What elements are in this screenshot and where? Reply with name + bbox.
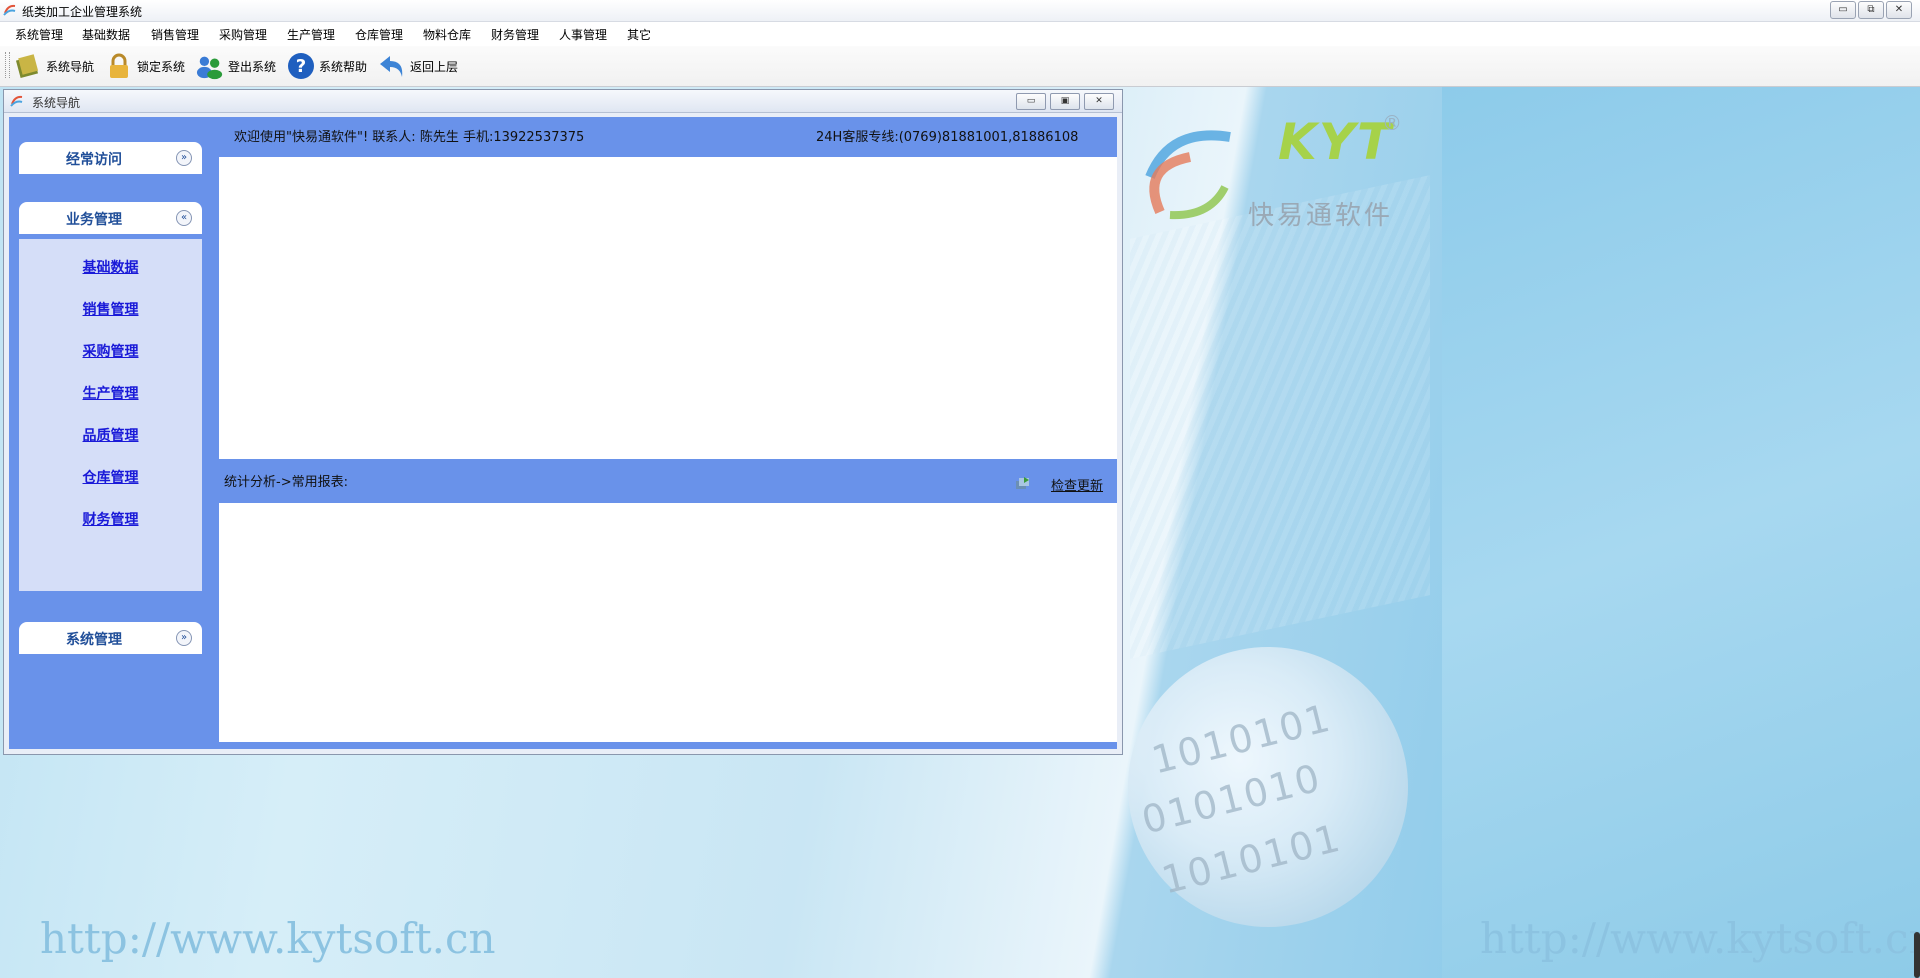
watermark-right: http://www.kytsoft.cn	[1480, 914, 1920, 963]
link-warehouse[interactable]: 仓库管理	[19, 467, 202, 487]
lock-button[interactable]: 锁定系统	[105, 50, 185, 82]
nav-button[interactable]: 系统导航	[14, 50, 94, 82]
menu-basic-data[interactable]: 基础数据	[82, 26, 130, 43]
logout-button[interactable]: 登出系统	[196, 50, 276, 82]
back-button[interactable]: 返回上层	[378, 50, 458, 82]
book-icon	[14, 52, 42, 80]
app-title: 纸类加工企业管理系统	[22, 5, 143, 19]
hotline-text: 24H客服专线:(0769)81881001,81886108	[816, 130, 1079, 145]
business-panel-header[interactable]: 业务管理 «	[19, 202, 202, 234]
system-panel-header[interactable]: 系统管理 »	[19, 622, 202, 654]
help-button[interactable]: ? 系统帮助	[287, 50, 367, 82]
report-content-area[interactable]	[219, 503, 1117, 742]
update-icon	[1016, 477, 1029, 489]
nav-window-maximize-button[interactable]: ▣	[1050, 93, 1080, 110]
background-right-panel	[1442, 87, 1920, 978]
link-purchase[interactable]: 采购管理	[19, 341, 202, 361]
app-logo-icon	[3, 4, 16, 16]
help-icon: ?	[287, 52, 315, 80]
menu-hr[interactable]: 人事管理	[559, 26, 607, 43]
minimize-button[interactable]: ▭	[1830, 1, 1856, 19]
app-title-bar: 纸类加工企业管理系统 ▭ ⧉ ✕	[0, 0, 1920, 22]
menu-bar: 系统管理 基础数据 销售管理 采购管理 生产管理 仓库管理 物料仓库 财务管理 …	[0, 22, 1920, 46]
expand-icon[interactable]: »	[176, 630, 192, 646]
menu-finance[interactable]: 财务管理	[491, 26, 539, 43]
system-panel-title: 系统管理	[66, 632, 122, 648]
lock-icon	[105, 52, 133, 80]
link-basic-data[interactable]: 基础数据	[19, 257, 202, 277]
report-bar: 统计分析->常用报表: 检查更新	[219, 459, 1117, 503]
link-production[interactable]: 生产管理	[19, 383, 202, 403]
menu-sales[interactable]: 销售管理	[151, 26, 199, 43]
frequent-content-area[interactable]	[219, 157, 1117, 459]
frequent-panel-header[interactable]: 经常访问 »	[19, 142, 202, 174]
expand-icon[interactable]: »	[176, 150, 192, 166]
back-arrow-icon	[378, 52, 406, 80]
menu-system[interactable]: 系统管理	[15, 26, 63, 43]
business-panel-body: 基础数据 销售管理 采购管理 生产管理 品质管理 仓库管理 财务管理	[19, 239, 202, 591]
link-sales[interactable]: 销售管理	[19, 299, 202, 319]
report-title: 统计分析->常用报表:	[224, 475, 348, 490]
kyt-logo-text: KYT	[1278, 113, 1394, 171]
kyt-logo: KYT ® 快易通软件	[1130, 107, 1410, 237]
welcome-bar: 欢迎使用"快易通软件"! 联系人: 陈先生 手机:13922537375 24H…	[219, 117, 1117, 157]
nav-window-minimize-button[interactable]: ▭	[1016, 93, 1046, 110]
nav-window-titlebar: 系统导航 ▭ ▣ ✕	[4, 90, 1122, 113]
scrollbar-handle[interactable]	[1914, 932, 1920, 978]
menu-purchase[interactable]: 采购管理	[219, 26, 267, 43]
menu-warehouse[interactable]: 仓库管理	[355, 26, 403, 43]
nav-window-body: 经常访问 » 业务管理 « 基础数据 销售管理 采购管理 生产管理 品质管理 仓…	[9, 117, 1117, 749]
nav-window: 系统导航 ▭ ▣ ✕ 经常访问 » 业务管理 « 基础数据 销售管理 采购管理 …	[3, 89, 1123, 755]
menu-other[interactable]: 其它	[627, 26, 651, 43]
kyt-logo-cn: 快易通软件	[1248, 201, 1394, 231]
watermark-left: http://www.kytsoft.cn	[40, 914, 496, 963]
check-update-link[interactable]: 检查更新	[1051, 475, 1103, 494]
menu-material-warehouse[interactable]: 物料仓库	[423, 26, 471, 43]
menu-production[interactable]: 生产管理	[287, 26, 335, 43]
frequent-panel-title: 经常访问	[66, 152, 122, 168]
link-quality[interactable]: 品质管理	[19, 425, 202, 445]
link-finance[interactable]: 财务管理	[19, 509, 202, 529]
kyt-swirl-icon	[1145, 130, 1231, 220]
nav-window-icon	[10, 95, 23, 107]
nav-window-title: 系统导航	[32, 96, 81, 110]
registered-mark: ®	[1382, 111, 1402, 135]
nav-window-close-button[interactable]: ✕	[1084, 93, 1114, 110]
close-button[interactable]: ✕	[1886, 1, 1912, 19]
toolbar: 系统导航 锁定系统 登出系统 ? 系统帮助 返回上层	[0, 46, 1920, 87]
svg-text:?: ?	[296, 56, 306, 77]
nav-sidebar: 经常访问 » 业务管理 « 基础数据 销售管理 采购管理 生产管理 品质管理 仓…	[9, 117, 212, 749]
business-panel-title: 业务管理	[66, 212, 122, 228]
users-icon	[196, 52, 224, 80]
background-laptop-graphic	[1130, 175, 1430, 659]
toolbar-grip	[5, 52, 10, 78]
welcome-text: 欢迎使用"快易通软件"! 联系人: 陈先生 手机:13922537375	[234, 130, 585, 145]
collapse-icon[interactable]: «	[176, 210, 192, 226]
restore-button[interactable]: ⧉	[1858, 1, 1884, 19]
